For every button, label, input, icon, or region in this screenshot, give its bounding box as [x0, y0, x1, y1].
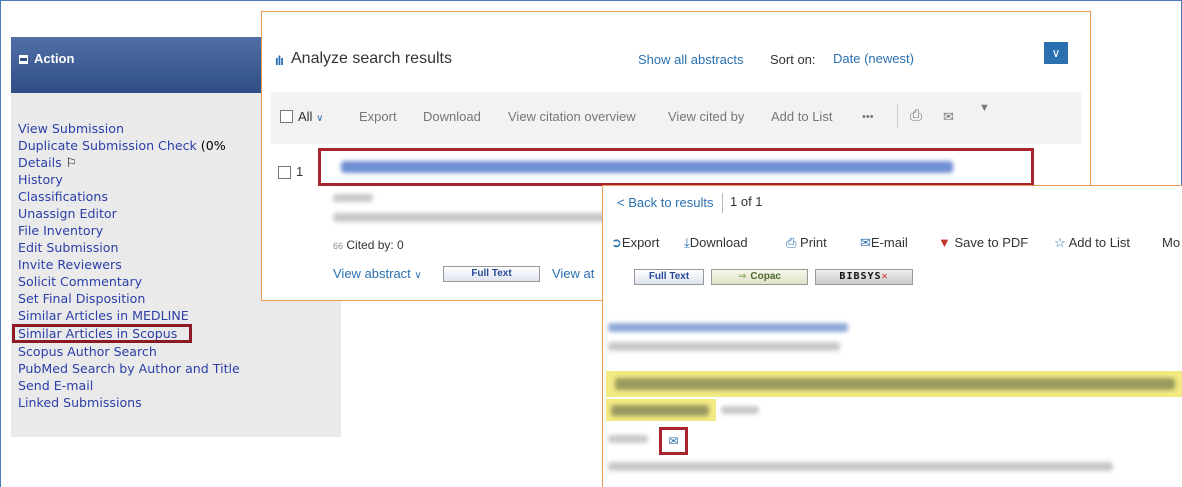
result-source-blurred [333, 213, 613, 222]
bar-chart-icon[interactable]: ılı [275, 53, 284, 68]
chevron-down-icon: ∨ [414, 270, 422, 281]
full-text-button[interactable]: Full Text [443, 266, 540, 282]
action-item-label: File Inventory [18, 223, 104, 238]
chevron-down-icon: ∨ [316, 113, 324, 124]
article-title-blurred-line1 [615, 378, 1175, 390]
action-item-suffix: (0% [196, 138, 226, 153]
action-item[interactable]: Similar Articles in Scopus [12, 324, 193, 343]
action-item-label: History [18, 172, 63, 187]
action-panel-title: Action [34, 51, 75, 66]
more-button[interactable]: Mo [1162, 235, 1180, 250]
action-item[interactable]: Send E-mail [18, 377, 341, 394]
result-checkbox[interactable] [278, 166, 291, 179]
close-icon: ✕ [881, 271, 889, 282]
result-title-highlight [318, 148, 1034, 186]
affiliation-blurred [608, 462, 1113, 471]
print-button[interactable]: ⎙ Print [786, 235, 827, 251]
export-button[interactable]: Export [359, 109, 397, 124]
email-button[interactable]: ✉E-mail [860, 235, 908, 251]
print-icon[interactable]: ⎙ [910, 107, 922, 124]
result-number: 1 [296, 164, 304, 179]
toolbar-divider [897, 104, 898, 128]
pager-divider [722, 193, 723, 213]
document-type-blurred [721, 406, 759, 414]
chevron-left-icon: < [617, 195, 625, 210]
action-item-label: Scopus Author Search [18, 344, 157, 359]
view-at-publisher-link[interactable]: View at [552, 266, 594, 281]
volume-info-blurred [608, 342, 840, 351]
author-email-highlight: ✉ [659, 427, 688, 455]
action-item-label: PubMed Search by Author and Title [18, 361, 240, 376]
back-to-results-link[interactable]: < Back to results [617, 195, 713, 210]
view-abstract-link[interactable]: View abstract ∨ [333, 266, 422, 281]
email-icon[interactable]: ✉ [668, 434, 678, 448]
download-button[interactable]: Download [423, 109, 481, 124]
action-item-label: View Submission [18, 121, 124, 136]
add-to-list-button[interactable]: Add to List [771, 109, 832, 124]
author-name-blurred[interactable] [608, 435, 648, 443]
record-detail-panel: < Back to results 1 of 1 ➲Export ⤓Downlo… [602, 185, 1182, 487]
action-item-label: Solicit Commentary [18, 274, 143, 289]
save-to-pdf-button[interactable]: ▼ Save to PDF [938, 235, 1028, 250]
sort-label: Sort on: [770, 52, 816, 67]
journal-name-blurred[interactable] [608, 323, 848, 332]
star-icon: ☆ [1054, 235, 1066, 250]
copac-source-button[interactable]: ⇒ Copac [711, 269, 808, 285]
chevron-down-icon[interactable]: ∨ [1044, 42, 1068, 64]
select-all-checkbox[interactable] [280, 110, 293, 123]
action-item-label: Classifications [18, 189, 108, 204]
more-options-button[interactable]: ••• [862, 111, 874, 123]
action-item-label: Duplicate Submission Check [18, 138, 197, 153]
article-title-blurred-line2 [611, 405, 709, 416]
results-toolbar: All ∨ Export Download View citation over… [271, 92, 1081, 144]
cited-by-count[interactable]: 66 Cited by: 0 [333, 238, 404, 252]
email-icon: ✉ [860, 235, 871, 250]
record-pager: 1 of 1 [730, 194, 763, 209]
action-item[interactable]: Linked Submissions [18, 394, 341, 411]
action-item-label: Edit Submission [18, 240, 119, 255]
show-all-abstracts-link[interactable]: Show all abstracts [638, 52, 744, 67]
action-item-label: Set Final Disposition [18, 291, 146, 306]
copac-logo-icon: ⇒ [738, 271, 747, 282]
view-citation-overview-button[interactable]: View citation overview [508, 109, 636, 124]
export-icon: ➲ [611, 235, 622, 250]
action-item-suffix: ⚐ [61, 155, 77, 170]
download-button[interactable]: ⤓Download [684, 235, 748, 251]
action-item[interactable]: Scopus Author Search [18, 343, 341, 360]
action-item-label: Similar Articles in Scopus [18, 326, 178, 341]
pdf-icon[interactable]: ▼ [979, 102, 990, 114]
result-title-link-blurred[interactable] [341, 161, 953, 173]
analyze-results-link[interactable]: Analyze search results [291, 50, 452, 68]
action-item-label: Details [18, 155, 62, 170]
action-item[interactable]: PubMed Search by Author and Title [18, 360, 341, 377]
view-cited-by-button[interactable]: View cited by [668, 109, 744, 124]
action-item-label: Invite Reviewers [18, 257, 122, 272]
add-to-list-button[interactable]: ☆ Add to List [1054, 235, 1130, 251]
email-icon[interactable]: ✉ [943, 109, 954, 125]
collapse-icon[interactable] [19, 55, 28, 64]
action-item-label: Similar Articles in MEDLINE [18, 308, 189, 323]
pdf-icon: ▼ [938, 235, 951, 250]
sort-select[interactable]: Date (newest) [833, 51, 914, 66]
quote-icon: 66 [333, 241, 344, 251]
export-button[interactable]: ➲Export [611, 235, 659, 251]
action-item-label: Send E-mail [18, 378, 94, 393]
full-text-source-button[interactable]: Full Text [634, 269, 704, 285]
print-icon: ⎙ [786, 235, 797, 250]
screenshot-stage: Action View Submission Duplicate Submissi… [0, 0, 1182, 487]
action-item-label: Unassign Editor [18, 206, 117, 221]
action-item-label: Linked Submissions [18, 395, 142, 410]
result-authors-blurred[interactable] [333, 194, 373, 202]
select-all-dropdown[interactable]: All ∨ [298, 109, 323, 124]
action-item[interactable]: Similar Articles in MEDLINE [18, 307, 341, 324]
bibsys-source-button[interactable]: BIBSYS✕ [815, 269, 913, 285]
